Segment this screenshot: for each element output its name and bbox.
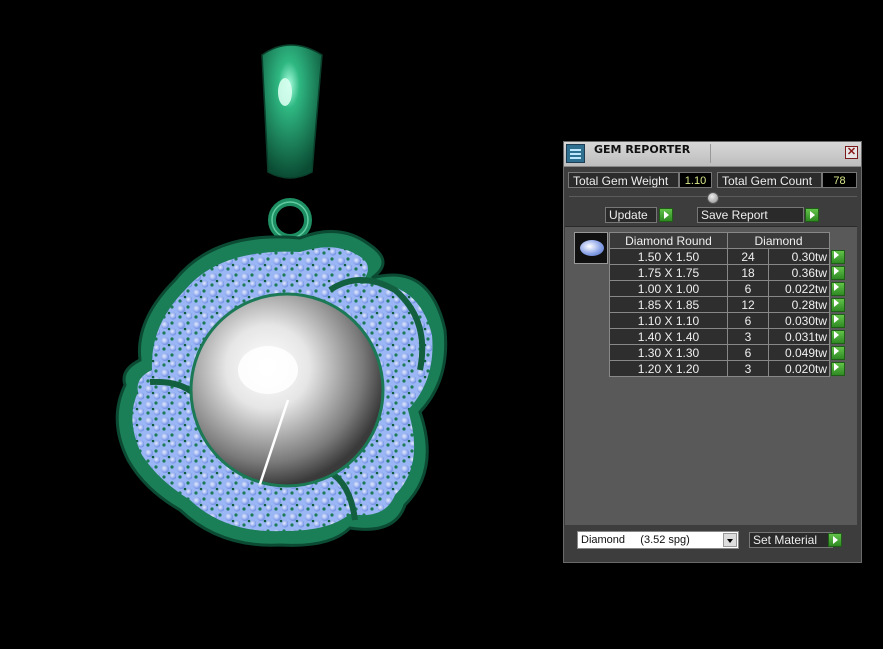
gem-size-cell: 1.85 X 1.85 xyxy=(609,296,728,313)
gem-weight-cell: 0.36tw xyxy=(768,264,830,281)
save-report-go-icon[interactable] xyxy=(805,208,819,222)
row-go-cell xyxy=(830,297,847,313)
set-material-go-icon[interactable] xyxy=(828,533,842,547)
table-row[interactable]: 1.10 X 1.10 6 0.030tw xyxy=(609,312,847,329)
header-shape: Diamond Round xyxy=(609,232,728,249)
gem-weight-cell: 0.031tw xyxy=(768,328,830,345)
row-go-cell xyxy=(830,281,847,297)
total-gem-weight-value: 1.10 xyxy=(679,172,712,188)
close-button[interactable]: ✕ xyxy=(845,146,858,159)
row-go-icon[interactable] xyxy=(831,329,845,344)
gem-table-header: Diamond Round Diamond xyxy=(609,232,847,249)
gem-size-cell: 1.75 X 1.75 xyxy=(609,264,728,281)
title-divider xyxy=(710,144,711,163)
gem-reporter-app-icon xyxy=(566,144,585,163)
gem-size-cell: 1.50 X 1.50 xyxy=(609,248,728,265)
gem-count-cell: 6 xyxy=(726,280,770,297)
gem-weight-cell: 0.28tw xyxy=(768,296,830,313)
row-go-icon[interactable] xyxy=(831,249,845,264)
gem-weight-cell: 0.020tw xyxy=(768,360,830,377)
collapse-toggle-icon[interactable] xyxy=(707,192,719,204)
total-gem-count-label: Total Gem Count xyxy=(717,172,822,188)
diamond-round-thumbnail[interactable] xyxy=(574,232,608,264)
save-report-button[interactable]: Save Report xyxy=(697,207,804,223)
row-go-icon[interactable] xyxy=(831,297,845,312)
table-row[interactable]: 1.50 X 1.50 24 0.30tw xyxy=(609,248,847,265)
round-gem-icon xyxy=(580,240,604,256)
update-go-icon[interactable] xyxy=(659,208,673,222)
gem-size-cell: 1.20 X 1.20 xyxy=(609,360,728,377)
gem-count-cell: 3 xyxy=(726,328,770,345)
header-material: Diamond xyxy=(727,232,830,249)
row-go-icon[interactable] xyxy=(831,313,845,328)
row-go-icon[interactable] xyxy=(831,361,845,376)
row-go-cell xyxy=(830,313,847,329)
3d-viewport[interactable] xyxy=(0,0,550,646)
row-go-cell xyxy=(830,345,847,361)
window-title: GEM REPORTER xyxy=(594,143,691,156)
update-button[interactable]: Update xyxy=(605,207,657,223)
pendant-render xyxy=(115,44,448,547)
gem-count-cell: 6 xyxy=(726,344,770,361)
row-go-icon[interactable] xyxy=(831,345,845,360)
row-go-icon[interactable] xyxy=(831,281,845,296)
table-row[interactable]: 1.40 X 1.40 3 0.031tw xyxy=(609,328,847,345)
row-go-cell xyxy=(830,361,847,377)
table-row[interactable]: 1.75 X 1.75 18 0.36tw xyxy=(609,264,847,281)
save-report-button-label: Save Report xyxy=(701,208,768,222)
update-button-label: Update xyxy=(609,208,648,222)
gem-count-cell: 24 xyxy=(726,248,770,265)
gem-weight-cell: 0.30tw xyxy=(768,248,830,265)
gem-size-cell: 1.10 X 1.10 xyxy=(609,312,728,329)
gem-table: Diamond Round Diamond 1.50 X 1.50 24 0.30t… xyxy=(609,232,847,377)
gem-weight-cell: 0.030tw xyxy=(768,312,830,329)
material-dropdown[interactable]: Diamond (3.52 spg) xyxy=(577,531,739,549)
total-gem-weight-label: Total Gem Weight xyxy=(568,172,679,188)
gem-weight-cell: 0.022tw xyxy=(768,280,830,297)
row-go-cell xyxy=(830,265,847,281)
gem-count-cell: 3 xyxy=(726,360,770,377)
gem-weight-cell: 0.049tw xyxy=(768,344,830,361)
gem-report-area: Diamond Round Diamond 1.50 X 1.50 24 0.30t… xyxy=(565,226,857,525)
table-row[interactable]: 1.20 X 1.20 3 0.020tw xyxy=(609,360,847,377)
gem-size-cell: 1.40 X 1.40 xyxy=(609,328,728,345)
row-go-icon[interactable] xyxy=(831,265,845,280)
row-go-cell xyxy=(830,249,847,265)
title-bar[interactable]: GEM REPORTER ✕ xyxy=(564,142,861,167)
table-row[interactable]: 1.85 X 1.85 12 0.28tw xyxy=(609,296,847,313)
gem-count-cell: 6 xyxy=(726,312,770,329)
set-material-button[interactable]: Set Material xyxy=(749,532,833,548)
total-gem-count-value: 78 xyxy=(822,172,857,188)
row-go-cell xyxy=(830,329,847,345)
set-material-button-label: Set Material xyxy=(753,533,818,547)
table-row[interactable]: 1.00 X 1.00 6 0.022tw xyxy=(609,280,847,297)
gem-size-cell: 1.00 X 1.00 xyxy=(609,280,728,297)
gem-count-cell: 12 xyxy=(726,296,770,313)
material-selected-value: Diamond (3.52 spg) xyxy=(581,534,690,546)
gem-reporter-panel: GEM REPORTER ✕ Total Gem Weight 1.10 Tot… xyxy=(563,141,862,563)
table-row[interactable]: 1.30 X 1.30 6 0.049tw xyxy=(609,344,847,361)
chevron-down-icon[interactable] xyxy=(723,533,737,547)
gem-count-cell: 18 xyxy=(726,264,770,281)
gem-size-cell: 1.30 X 1.30 xyxy=(609,344,728,361)
